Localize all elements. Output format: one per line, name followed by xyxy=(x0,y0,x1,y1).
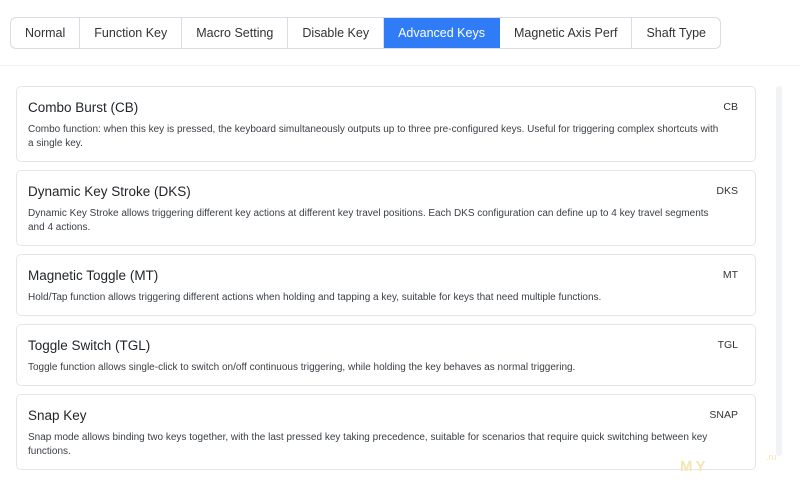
scrollbar[interactable] xyxy=(776,86,782,456)
card-title: Dynamic Key Stroke (DKS) xyxy=(28,183,191,199)
card-description: Toggle function allows single-click to s… xyxy=(28,362,576,373)
advanced-key-card-tgl[interactable]: Toggle Switch (TGL) TGL Toggle function … xyxy=(16,324,756,386)
card-title: Combo Burst (CB) xyxy=(28,99,139,115)
tab-function-key[interactable]: Function Key xyxy=(80,18,183,48)
tab-advanced-keys[interactable]: Advanced Keys xyxy=(384,18,500,48)
tab-magnetic-axis-perf[interactable]: Magnetic Axis Perf xyxy=(500,18,633,48)
advanced-key-card-dks[interactable]: Dynamic Key Stroke (DKS) DKS Dynamic Key… xyxy=(16,170,756,246)
card-description: Snap mode allows binding two keys togeth… xyxy=(28,432,708,457)
tab-shaft-type[interactable]: Shaft Type xyxy=(632,18,720,48)
watermark-suffix: .ru xyxy=(766,452,777,462)
card-title: Toggle Switch (TGL) xyxy=(28,337,151,353)
tab-normal[interactable]: Normal xyxy=(11,18,81,48)
tab-bar: Normal Function Key Macro Setting Disabl… xyxy=(10,17,722,49)
watermark: MY xyxy=(680,458,709,475)
advanced-keys-list: Combo Burst (CB) CB Combo function: when… xyxy=(16,86,756,478)
advanced-key-card-snap[interactable]: Snap Key SNAP Snap mode allows binding t… xyxy=(16,394,756,470)
tab-macro-setting[interactable]: Macro Setting xyxy=(182,18,289,48)
advanced-key-card-cb[interactable]: Combo Burst (CB) CB Combo function: when… xyxy=(16,86,756,162)
card-description: Combo function: when this key is pressed… xyxy=(28,124,719,149)
card-code: MT xyxy=(722,269,738,281)
card-code: DKS xyxy=(716,185,738,197)
header-divider xyxy=(0,65,800,66)
advanced-key-card-mt[interactable]: Magnetic Toggle (MT) MT Hold/Tap functio… xyxy=(16,254,756,316)
tab-disable-key[interactable]: Disable Key xyxy=(288,18,385,48)
card-code: CB xyxy=(723,101,738,113)
card-title: Magnetic Toggle (MT) xyxy=(28,267,159,283)
card-description: Hold/Tap function allows triggering diff… xyxy=(28,292,602,303)
card-title: Snap Key xyxy=(28,407,87,423)
card-description: Dynamic Key Stroke allows triggering dif… xyxy=(28,208,709,233)
card-code: TGL xyxy=(717,339,738,351)
card-code: SNAP xyxy=(709,409,738,421)
